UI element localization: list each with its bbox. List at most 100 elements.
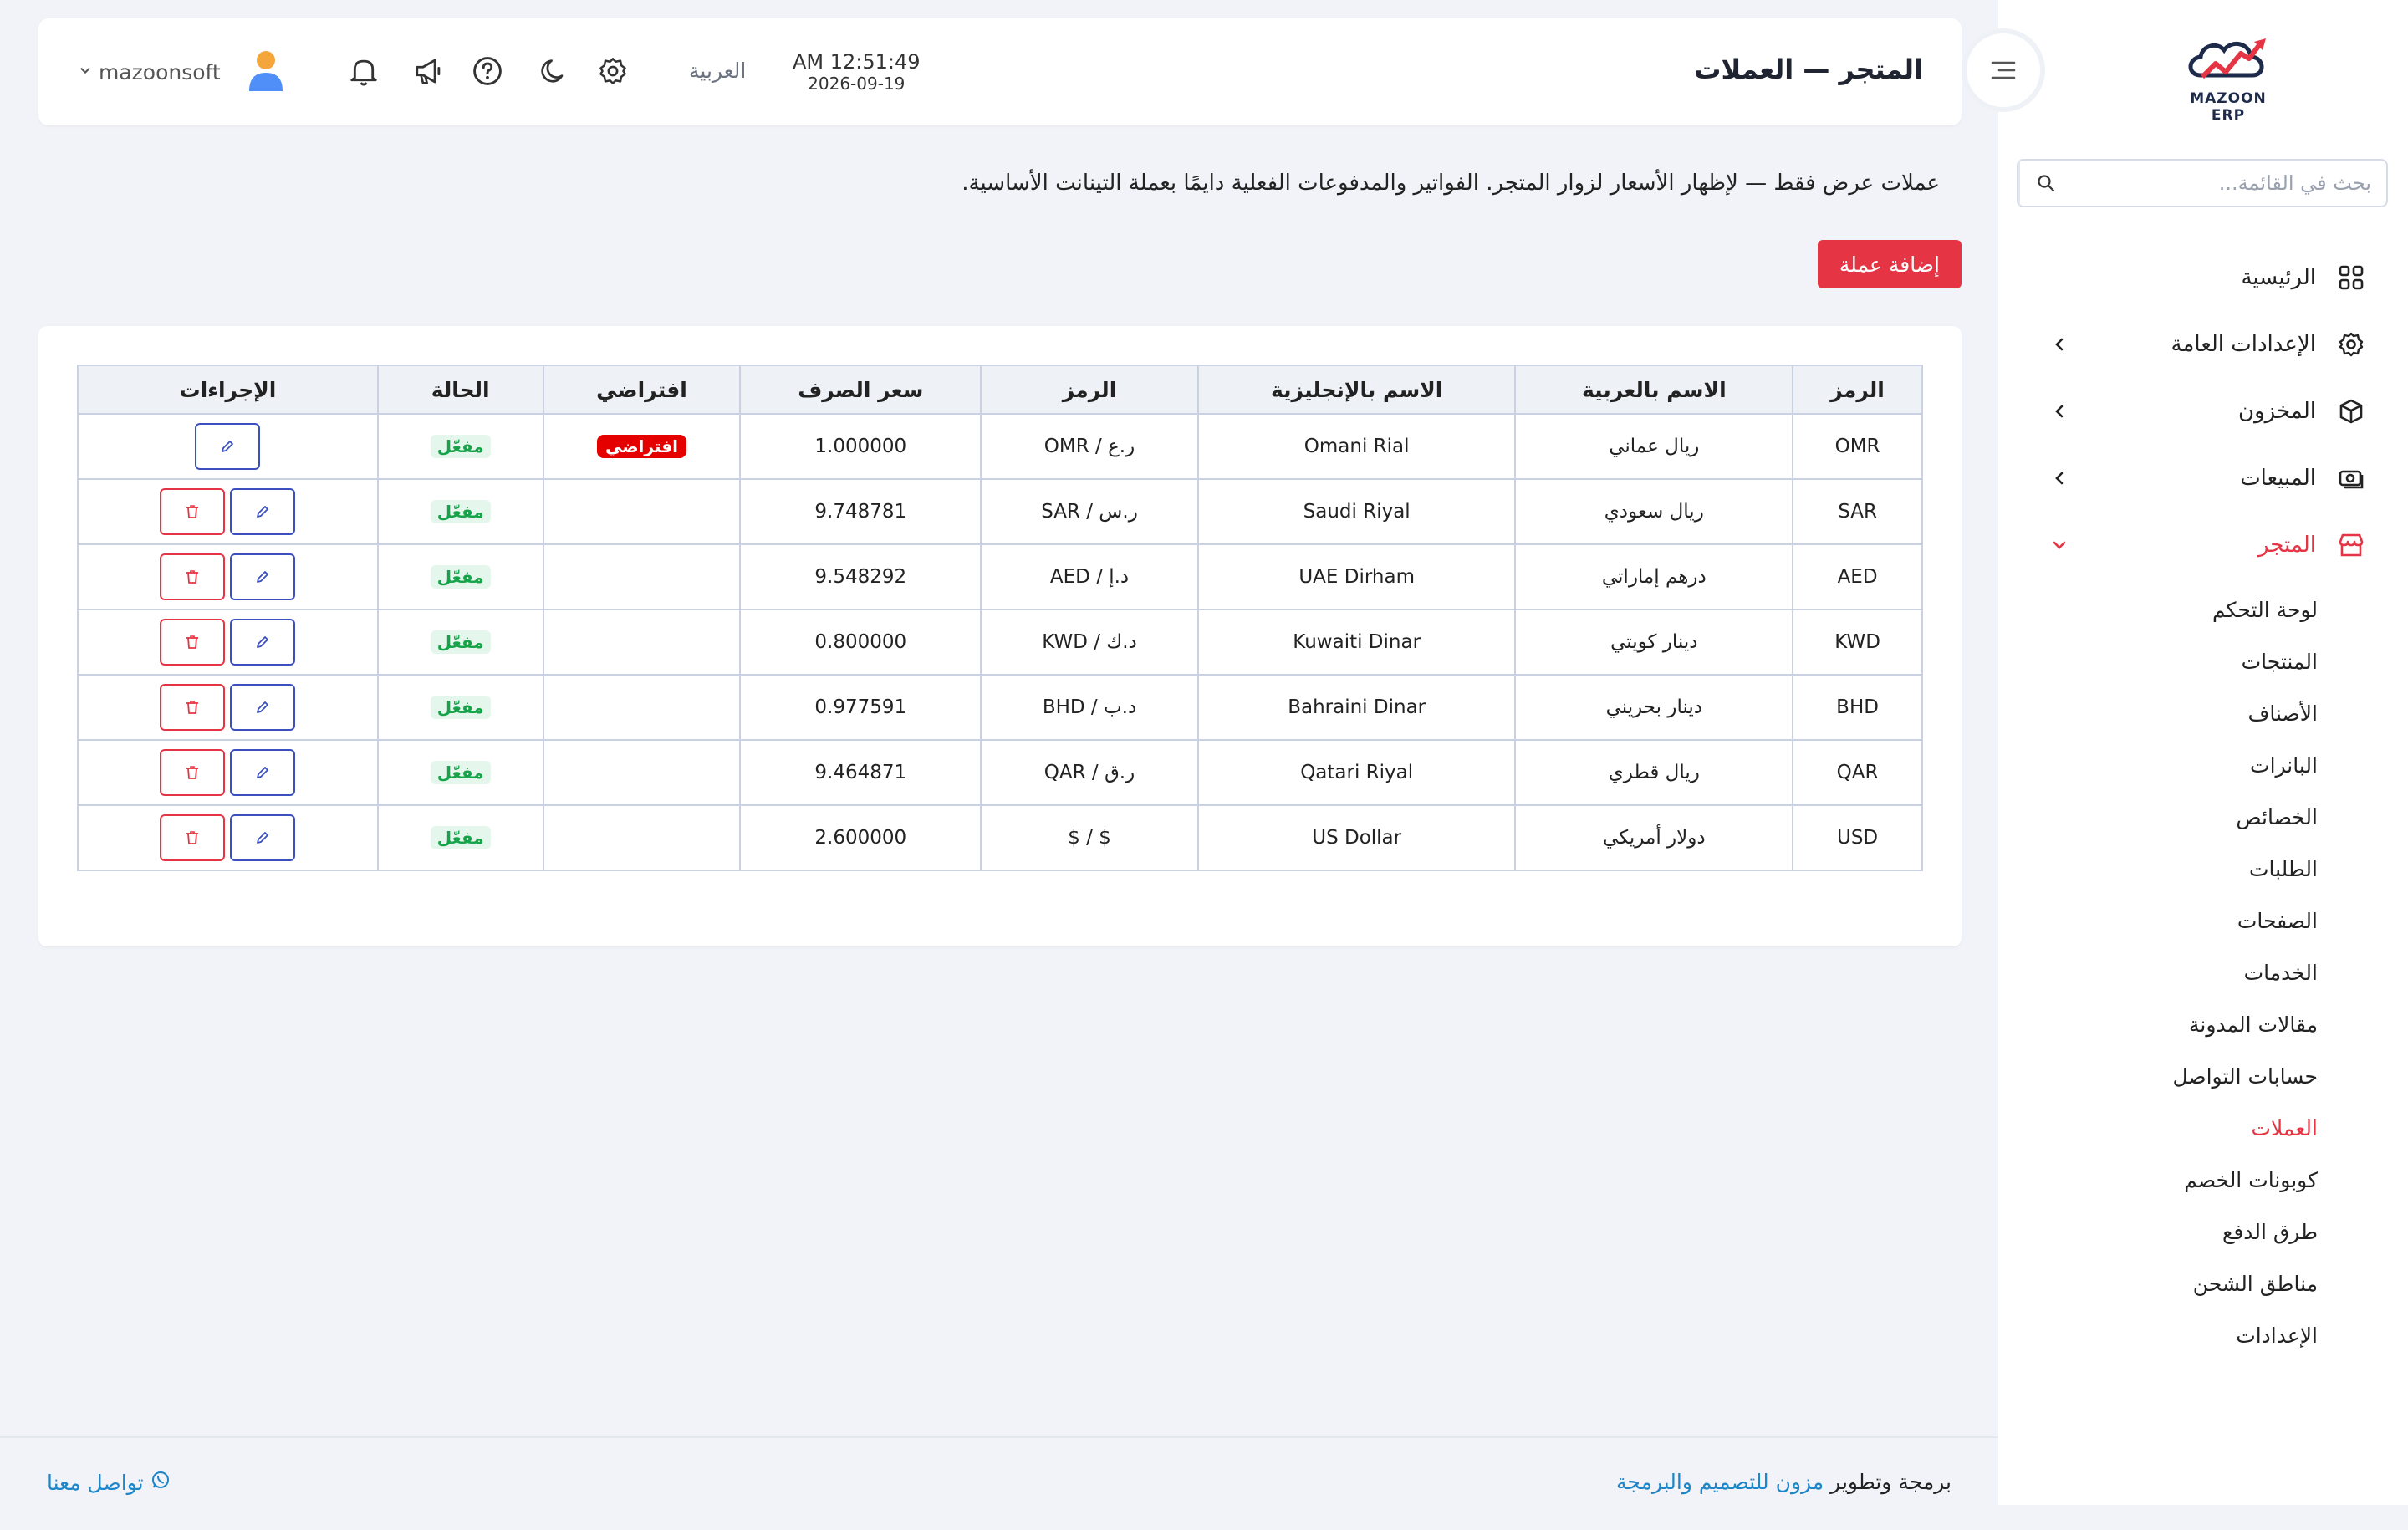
- edit-button[interactable]: [230, 749, 296, 796]
- chevron-down-icon: [79, 64, 92, 80]
- sidebar-item-sales[interactable]: المبيعات: [1998, 445, 2408, 512]
- store-subnav: لوحة التحكم المنتجات الأصناف البانرات ال…: [1998, 584, 2408, 1361]
- subnav-orders[interactable]: الطلبات: [1998, 843, 2408, 895]
- subnav-products[interactable]: المنتجات: [1998, 635, 2408, 687]
- cell-symbol: ر.ق / QAR: [980, 739, 1199, 806]
- table-row: AED درهم إماراتي UAE Dirham د.إ / AED 9.…: [77, 543, 1923, 610]
- subnav-settings[interactable]: الإعدادات: [1998, 1309, 2408, 1361]
- credits-link[interactable]: مزون للتصميم والبرمجة: [1616, 1470, 1824, 1494]
- pencil-icon: [257, 832, 269, 844]
- sidebar-toggle-button[interactable]: [1967, 33, 2040, 107]
- subnav-payment-methods[interactable]: طرق الدفع: [1998, 1206, 2408, 1257]
- edit-button[interactable]: [230, 619, 296, 666]
- menu-search-input[interactable]: [2072, 162, 2386, 204]
- cell-name-ar: ريال عماني: [1514, 413, 1794, 480]
- cell-name-ar: ريال قطري: [1514, 739, 1794, 806]
- cell-code: SAR: [1792, 478, 1923, 545]
- subnav-coupons[interactable]: كوبونات الخصم: [1998, 1154, 2408, 1206]
- search-icon[interactable]: [2018, 161, 2072, 206]
- cell-symbol: د.إ / AED: [980, 543, 1199, 610]
- subnav-shipping-zones[interactable]: مناطق الشحن: [1998, 1257, 2408, 1309]
- subnav-categories[interactable]: الأصناف: [1998, 687, 2408, 739]
- cell-symbol: د.ب / BHD: [980, 674, 1199, 741]
- pencil-icon: [257, 636, 269, 648]
- user-menu[interactable]: mazoonsoft: [79, 48, 286, 95]
- contact-label: تواصل معنا: [47, 1470, 144, 1495]
- add-currency-button[interactable]: إضافة عملة: [1817, 240, 1962, 288]
- cell-symbol: ر.ع / OMR: [980, 413, 1199, 480]
- pencil-icon: [257, 571, 269, 583]
- settings-gear-icon[interactable]: [594, 52, 632, 90]
- sidebar-item-store[interactable]: المتجر: [1998, 512, 2408, 579]
- table-row: BHD دينار بحريني Bahraini Dinar د.ب / BH…: [77, 674, 1923, 741]
- edit-button[interactable]: [230, 553, 296, 600]
- delete-button[interactable]: [160, 814, 226, 861]
- col-actions: الإجراءات: [77, 365, 379, 415]
- megaphone-icon[interactable]: [410, 52, 448, 90]
- help-icon[interactable]: [468, 52, 507, 90]
- cell-name-en: Bahraini Dinar: [1196, 674, 1517, 741]
- cell-symbol: $ / $: [980, 804, 1199, 871]
- language-switch[interactable]: العربية: [689, 59, 746, 83]
- sidebar-item-inventory[interactable]: المخزون: [1998, 378, 2408, 445]
- brand-logo[interactable]: MAZOON ERP: [2174, 35, 2283, 124]
- sidebar-nav: الرئيسية الإعدادات العامة المخزون المبيع…: [1998, 244, 2408, 1361]
- col-default: افتراضي: [542, 365, 742, 415]
- table-row: USD دولار أمريكي US Dollar $ / $ 2.60000…: [77, 804, 1923, 871]
- cell-rate: 9.548292: [739, 543, 982, 610]
- cell-rate: 2.600000: [739, 804, 982, 871]
- pencil-icon: [257, 701, 269, 713]
- cell-actions: [77, 478, 379, 545]
- delete-button[interactable]: [160, 749, 226, 796]
- table-row: KWD دينار كويتي Kuwaiti Dinar د.ك / KWD …: [77, 609, 1923, 676]
- delete-button[interactable]: [160, 684, 226, 731]
- cell-default: افتراضي: [542, 413, 742, 480]
- status-badge: مفعّل: [430, 826, 491, 849]
- moon-icon[interactable]: [535, 52, 574, 90]
- cell-default: [542, 609, 742, 676]
- cell-name-ar: درهم إماراتي: [1514, 543, 1794, 610]
- logo-text: MAZOON ERP: [2190, 90, 2267, 124]
- sidebar-item-label: المخزون: [2238, 399, 2316, 424]
- cell-rate: 0.977591: [739, 674, 982, 741]
- edit-button[interactable]: [230, 488, 296, 535]
- subnav-social-accounts[interactable]: حسابات التواصل: [1998, 1050, 2408, 1102]
- subnav-services[interactable]: الخدمات: [1998, 946, 2408, 998]
- cell-name-en: Kuwaiti Dinar: [1196, 609, 1517, 676]
- box-icon: [2336, 396, 2366, 426]
- subnav-banners[interactable]: البانرات: [1998, 739, 2408, 791]
- cell-code: QAR: [1792, 739, 1923, 806]
- subnav-attributes[interactable]: الخصائص: [1998, 791, 2408, 843]
- edit-button[interactable]: [230, 814, 296, 861]
- delete-button[interactable]: [160, 488, 226, 535]
- col-name-ar: الاسم بالعربية: [1514, 365, 1794, 415]
- bell-icon[interactable]: [344, 52, 383, 90]
- contact-link[interactable]: تواصل معنا: [47, 1470, 171, 1495]
- cell-actions: [77, 543, 379, 610]
- cell-name-ar: ريال سعودي: [1514, 478, 1794, 545]
- menu-search: [2017, 159, 2388, 207]
- cell-actions: [77, 674, 379, 741]
- cell-status: مفعّل: [376, 413, 544, 480]
- menu-icon: [1991, 61, 2016, 79]
- table-row: SAR ريال سعودي Saudi Riyal ر.س / SAR 9.7…: [77, 478, 1923, 545]
- sidebar-item-home[interactable]: الرئيسية: [1998, 244, 2408, 311]
- subnav-pages[interactable]: الصفحات: [1998, 895, 2408, 946]
- username: mazoonsoft: [99, 59, 221, 84]
- footer: برمجة وتطوير مزون للتصميم والبرمجة تواصل…: [0, 1436, 1998, 1530]
- delete-button[interactable]: [160, 619, 226, 666]
- sidebar-item-general-settings[interactable]: الإعدادات العامة: [1998, 311, 2408, 378]
- subnav-dashboard[interactable]: لوحة التحكم: [1998, 584, 2408, 635]
- edit-button[interactable]: [195, 423, 261, 470]
- table-row: QAR ريال قطري Qatari Riyal ر.ق / QAR 9.4…: [77, 739, 1923, 806]
- cell-name-ar: دينار كويتي: [1514, 609, 1794, 676]
- edit-button[interactable]: [230, 684, 296, 731]
- subnav-blog-posts[interactable]: مقالات المدونة: [1998, 998, 2408, 1050]
- chevron-down-icon: [2048, 534, 2070, 556]
- delete-button[interactable]: [160, 553, 226, 600]
- page-title: المتجر — العملات: [1694, 54, 1923, 85]
- trash-icon: [186, 570, 199, 584]
- cell-symbol: ر.س / SAR: [980, 478, 1199, 545]
- subnav-currencies[interactable]: العملات: [1998, 1102, 2408, 1154]
- trash-icon: [186, 766, 199, 779]
